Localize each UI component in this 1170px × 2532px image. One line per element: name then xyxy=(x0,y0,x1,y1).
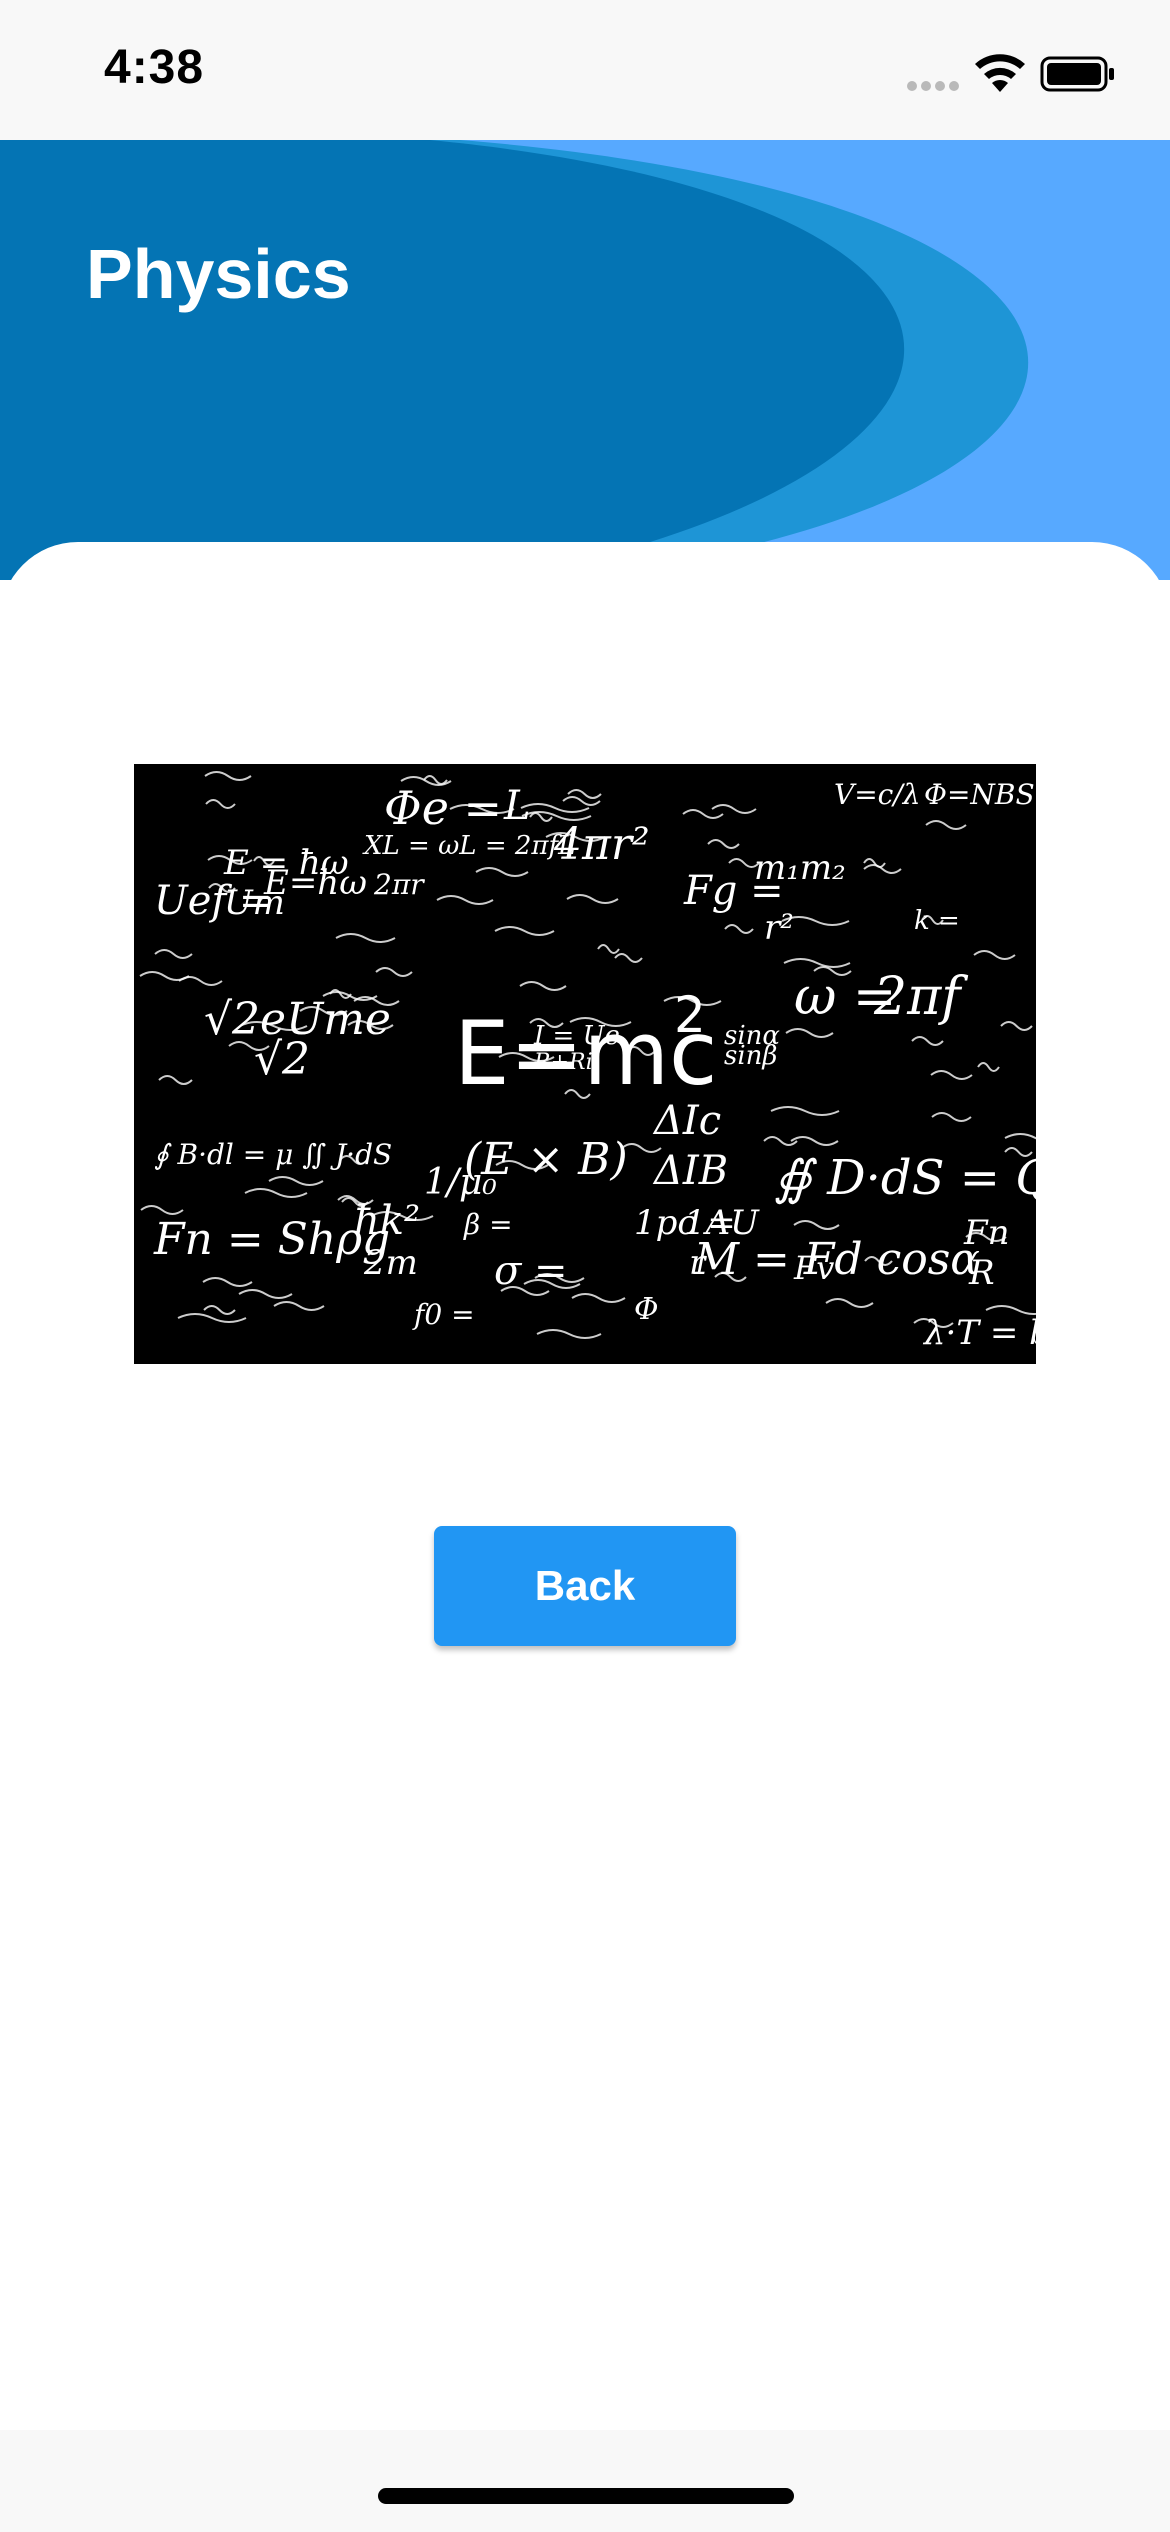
header-wave-decoration xyxy=(0,140,1170,580)
formula-text: 2πr xyxy=(373,868,425,901)
formula-chalkboard: Φe = L4πr²E=ħωUef =Um√22πfω =V=c/λ Φ=NBSFg… xyxy=(134,764,1036,1364)
formula-text: λ·T = b xyxy=(922,1313,1036,1353)
formula-text: Fv xyxy=(793,1249,834,1287)
formula-text: V=c/λ xyxy=(834,778,921,811)
formula-text: Φ=NBS xyxy=(924,778,1035,811)
formula-text: m₁m₂ xyxy=(754,848,846,888)
formula-text: r² xyxy=(764,908,794,948)
formula-text: ∯ D·dS = Q xyxy=(774,1150,1036,1206)
formula-text: Φe = xyxy=(384,781,502,835)
home-indicator[interactable] xyxy=(378,2488,794,2504)
formula-text: k = xyxy=(914,906,960,936)
signal-dots-icon xyxy=(907,81,959,91)
status-bar: 4:38 xyxy=(0,0,1170,140)
back-button[interactable]: Back xyxy=(434,1526,736,1646)
status-time: 4:38 xyxy=(104,41,205,94)
formula-text: f0 = xyxy=(412,1298,475,1331)
wifi-icon xyxy=(975,54,1025,92)
battery-icon xyxy=(1040,56,1114,92)
formula-text: 2m xyxy=(363,1243,418,1283)
bottom-bar xyxy=(0,2430,1170,2532)
formula-text: Fn xyxy=(963,1213,1010,1253)
formula-text: β = xyxy=(463,1208,513,1241)
formula-text: ω = xyxy=(794,967,897,1027)
formula-text: ΔIB xyxy=(652,1148,728,1194)
formula-text: sinβ xyxy=(724,1041,777,1071)
formula-text: R xyxy=(968,1253,995,1293)
formula-text: 1/μ₀ xyxy=(424,1162,497,1203)
header-banner: Physics xyxy=(0,140,1170,580)
physics-formulas-image: Φe = L 4πr² E=ħω Uef = Um √2 2πf ω = V=c/λ Φ=NBS Fg… xyxy=(134,764,1036,1364)
formula-text: M = Fd cosα xyxy=(693,1234,980,1285)
formula-text: ∮ B·dl = μ ∬ J·dS xyxy=(154,1138,392,1171)
page-title: Physics xyxy=(86,235,351,313)
formula-text: Φ xyxy=(634,1292,659,1327)
center-exponent: 2 xyxy=(674,986,706,1044)
formula-text: √2eUme xyxy=(204,994,391,1045)
formula-text: XL = ωL = 2πfL xyxy=(362,831,575,861)
